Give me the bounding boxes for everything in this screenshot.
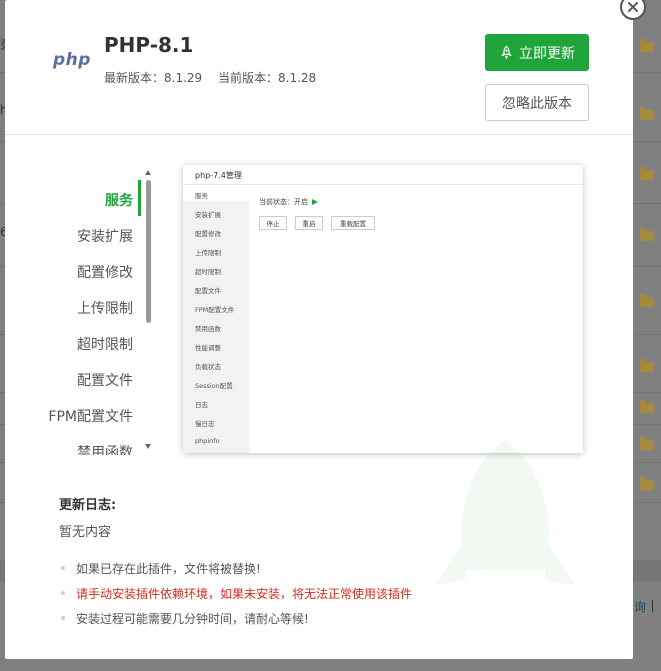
play-icon <box>312 199 318 205</box>
changelog-content: 暂无内容 <box>59 525 112 540</box>
folder-icon <box>640 477 654 490</box>
folder-icon <box>640 228 654 241</box>
folder-icon <box>640 167 654 180</box>
preview-side-item: 超时限制 <box>195 268 221 276</box>
scrollbar-thumb[interactable] <box>146 180 151 323</box>
note-item-warning: 请手动安装插件依赖环境，如果未安装，将无法正常使用该插件 <box>59 585 412 602</box>
preview-restart-button: 重启 <box>295 216 323 230</box>
preview-side-item: FPM配置文件 <box>195 306 235 314</box>
folder-icon <box>640 39 654 52</box>
plugin-title: PHP-8.1 <box>104 33 194 57</box>
preview-side-item: 禁用函数 <box>195 325 221 333</box>
preview-side-item: 配置修改 <box>195 230 221 238</box>
preview-side-item: 配置文件 <box>195 287 221 295</box>
folder-icon <box>640 400 654 413</box>
preview-side-item: Session配置 <box>195 382 233 390</box>
preview-side-item: 负载状态 <box>195 363 221 371</box>
preview-side-item: 服务 <box>195 192 208 200</box>
folder-icon <box>640 359 654 372</box>
preview-side-item: 慢日志 <box>195 420 215 428</box>
update-now-button[interactable]: 立即更新 <box>485 34 589 71</box>
rocket-watermark-icon <box>435 440 575 585</box>
nav-item-upload-limit[interactable]: 上传限制 <box>77 298 133 318</box>
note-item: 安装过程可能需要几分钟时间，请耐心等候! <box>59 610 309 627</box>
background-link: 询 <box>634 600 647 614</box>
preview-status-text: 当前状态：开启 <box>259 198 308 206</box>
close-icon <box>628 2 638 12</box>
feature-nav: 服务 安装扩展 配置修改 上传限制 超时限制 配置文件 FPM配置文件 禁用函数 <box>5 170 153 455</box>
php-logo: php <box>53 50 91 70</box>
nav-item-fpm-config[interactable]: FPM配置文件 <box>48 406 133 426</box>
preview-reload-button: 重载配置 <box>331 216 375 230</box>
version-info: 最新版本：8.1.29 当前版本：8.1.28 <box>104 69 328 86</box>
nav-item-config-edit[interactable]: 配置修改 <box>77 262 133 282</box>
changelog-title: 更新日志: <box>59 498 117 513</box>
note-item: 如果已存在此插件，文件将被替换! <box>59 560 261 577</box>
folder-icon <box>640 437 654 450</box>
nav-item-disabled-functions[interactable]: 禁用函数 <box>77 442 133 455</box>
preview-side-item: 日志 <box>195 401 208 409</box>
preview-side-item: 安装扩展 <box>195 211 221 219</box>
nav-item-install-extension[interactable]: 安装扩展 <box>77 226 133 246</box>
dialog-header: php PHP-8.1 最新版本：8.1.29 当前版本：8.1.28 立即更新… <box>5 0 633 135</box>
preview-status: 当前状态：开启 <box>259 197 318 207</box>
ignore-version-button[interactable]: 忽略此版本 <box>485 84 589 121</box>
folder-icon <box>640 294 654 307</box>
nav-item-config-file[interactable]: 配置文件 <box>77 370 133 390</box>
preview-title: php-7.4管理 <box>183 165 583 185</box>
preview-sidebar: 服务 安装扩展 配置修改 上传限制 超时限制 配置文件 FPM配置文件 禁用函数… <box>183 185 249 453</box>
rocket-icon <box>501 45 512 60</box>
preview-side-item: 上传限制 <box>195 249 221 257</box>
update-now-label: 立即更新 <box>519 45 575 62</box>
preview-active-item-bg <box>183 185 249 201</box>
nav-item-timeout-limit[interactable]: 超时限制 <box>77 334 133 354</box>
preview-side-item: 性能调整 <box>195 344 221 352</box>
plugin-update-dialog: php PHP-8.1 最新版本：8.1.29 当前版本：8.1.28 立即更新… <box>5 0 633 659</box>
feature-preview-image: php-7.4管理 服务 安装扩展 配置修改 上传限制 超时限制 配置文件 FP… <box>183 165 583 453</box>
current-version: 当前版本：8.1.28 <box>218 71 317 85</box>
preview-side-item: phpinfo <box>195 437 220 445</box>
preview-stop-button: 停止 <box>259 216 287 230</box>
scroll-up-arrow-icon[interactable] <box>145 170 151 175</box>
nav-scrollbar[interactable] <box>145 170 152 453</box>
background-separator <box>652 600 653 612</box>
nav-active-indicator <box>138 180 141 216</box>
folder-icon <box>640 107 654 120</box>
latest-version: 最新版本：8.1.29 <box>104 71 203 85</box>
scroll-down-arrow-icon[interactable] <box>145 444 151 449</box>
nav-item-service[interactable]: 服务 <box>105 190 133 210</box>
